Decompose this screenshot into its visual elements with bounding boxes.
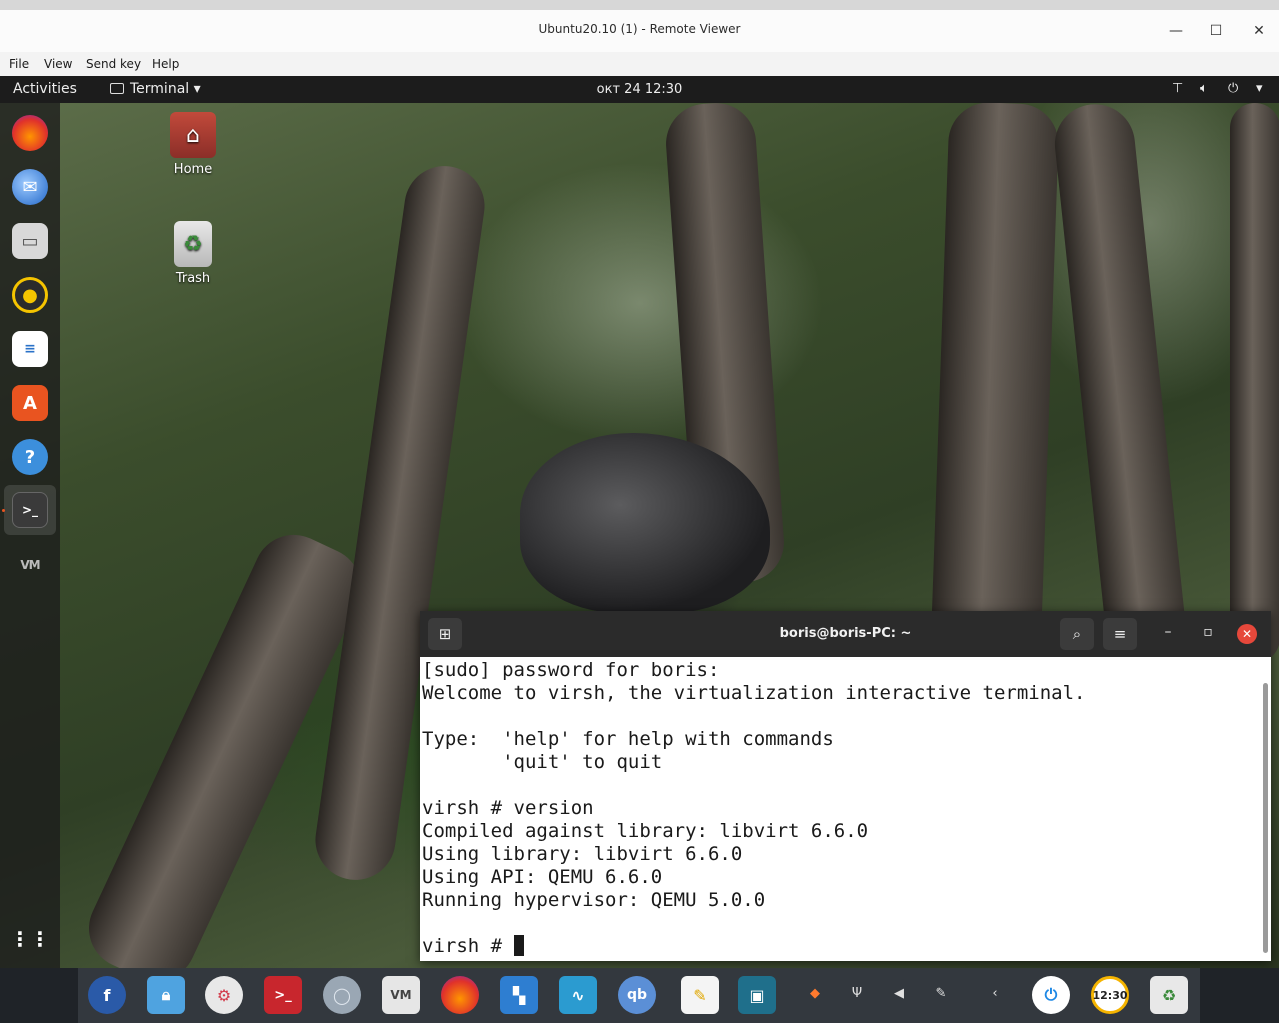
power-icon[interactable]: ⏻ [1228, 81, 1238, 96]
terminal-line: [sudo] password for boris: [422, 659, 720, 681]
terminal-scrollbar[interactable] [1263, 683, 1268, 953]
terminal-prompt-line[interactable]: virsh # [422, 935, 1260, 958]
terminal-title: boris@boris-PC: ~ [779, 626, 912, 641]
files-icon[interactable]: ▭ [12, 223, 48, 259]
terminal-line: Using library: libvirt 6.6.0 [422, 843, 743, 865]
remote-viewer-app-icon[interactable]: ▣ [738, 976, 776, 1014]
terminal-output[interactable]: [sudo] password for boris: Welcome to vir… [422, 659, 1260, 959]
help-icon[interactable]: ? [12, 439, 48, 475]
desktop-trash-label: Trash [175, 271, 211, 286]
pen-icon[interactable]: ✎ [932, 986, 950, 1004]
chevron-left-icon[interactable]: ‹ [986, 986, 1004, 1004]
trash-tray-icon[interactable]: ♻ [1150, 976, 1188, 1014]
network-icon[interactable]: ⊤ [1172, 81, 1183, 96]
terminal-close-button[interactable]: ✕ [1237, 624, 1257, 644]
volume-icon[interactable]: 🔈︎ [1200, 81, 1208, 96]
host-taskbar: f 🔒︎ ⚙ >_ ◯ VM ▚ ∿ qb ✎ ▣ ◆ Ψ ◀︎ ✎ ‹ ⏻ 1… [0, 968, 1279, 1023]
qbittorrent-icon[interactable]: qb [618, 976, 656, 1014]
menu-send-key[interactable]: Send key [86, 57, 141, 71]
guest-display[interactable]: Activities Terminal ▾ окт 24 12:30 ⊤ 🔈︎ … [0, 76, 1279, 968]
menu-file[interactable]: File [9, 57, 29, 71]
virt-manager-app-icon[interactable]: VM [382, 976, 420, 1014]
keepass-icon[interactable]: 🔒︎ [147, 976, 185, 1014]
terminal-maximize-button[interactable]: ▫ [1197, 624, 1219, 644]
gnome-top-bar: Activities Terminal ▾ окт 24 12:30 ⊤ 🔈︎ … [0, 76, 1279, 103]
trash-icon: ♻ [174, 221, 212, 267]
clock-tray-text: 12:30 [1092, 988, 1128, 1002]
firefox-icon[interactable] [12, 115, 48, 151]
minimize-button[interactable]: — [1165, 20, 1187, 42]
clock-tray-icon[interactable]: 12:30 [1091, 976, 1129, 1014]
software-icon[interactable]: A [12, 385, 48, 421]
terminal-line: Welcome to virsh, the virtualization int… [422, 682, 1086, 704]
desktop-home[interactable]: ⌂ Home [158, 112, 228, 177]
window-titlebar[interactable]: Ubuntu20.10 (1) - Remote Viewer — ☐ ✕ [0, 10, 1279, 52]
text-cursor [513, 935, 524, 956]
mailspring-icon[interactable]: ▚ [500, 976, 538, 1014]
search-button[interactable]: ⌕ [1060, 618, 1094, 650]
terminal-line: Type: 'help' for help with commands [422, 728, 834, 750]
clock[interactable]: окт 24 12:30 [0, 82, 1279, 97]
desktop-trash[interactable]: ♻ Trash [158, 221, 228, 286]
system-monitor-icon[interactable]: ∿ [559, 976, 597, 1014]
terminal-icon[interactable]: >_ [12, 492, 48, 528]
terminal-line: Running hypervisor: QEMU 5.0.0 [422, 889, 766, 911]
home-folder-icon: ⌂ [170, 112, 216, 158]
maximize-button[interactable]: ☐ [1205, 20, 1227, 42]
hamburger-menu-button[interactable]: ≡ [1103, 618, 1137, 650]
thunderbird-icon[interactable]: ✉ [12, 169, 48, 205]
terminal-line: virsh # version [422, 797, 594, 819]
terminal-minimize-button[interactable]: – [1157, 624, 1179, 644]
box-icon[interactable]: ◆ [806, 986, 824, 1004]
virt-manager-icon[interactable]: VM [12, 547, 48, 583]
terminal-prompt: virsh # [422, 935, 514, 957]
notes-icon[interactable]: ✎ [681, 976, 719, 1014]
desktop-home-label: Home [173, 162, 213, 177]
menu-bar: File View Send key Help [0, 52, 1279, 76]
show-applications-icon[interactable]: ⋮⋮ [10, 921, 50, 957]
terminal-app-icon[interactable]: >_ [264, 976, 302, 1014]
writer-icon[interactable]: ≡ [12, 331, 48, 367]
terminal-window[interactable]: ⊞ boris@boris-PC: ~ ⌕ ≡ – ▫ ✕ [sudo] pas… [420, 611, 1271, 961]
usb-icon[interactable]: Ψ [848, 986, 866, 1004]
terminal-line: 'quit' to quit [422, 751, 663, 773]
menu-view[interactable]: View [44, 57, 72, 71]
remote-viewer-window: Ubuntu20.10 (1) - Remote Viewer — ☐ ✕ Fi… [0, 10, 1279, 1023]
volume-tray-icon[interactable]: ◀︎ [890, 986, 908, 1004]
rhythmbox-icon[interactable]: ● [12, 277, 48, 313]
fedora-icon[interactable]: f [88, 976, 126, 1014]
terminal-headerbar[interactable]: ⊞ boris@boris-PC: ~ ⌕ ≡ – ▫ ✕ [420, 611, 1271, 657]
firefox-app-icon[interactable] [441, 976, 479, 1014]
power-tray-icon[interactable]: ⏻ [1032, 976, 1070, 1014]
terminal-line: Compiled against library: libvirt 6.6.0 [422, 820, 869, 842]
dropdown-icon[interactable]: ▾ [1256, 81, 1263, 96]
circle-app-icon[interactable]: ◯ [323, 976, 361, 1014]
dock: ✉ ▭ ● ≡ A ? >_ VM ⋮⋮ [0, 103, 60, 968]
window-title: Ubuntu20.10 (1) - Remote Viewer [538, 22, 741, 36]
menu-help[interactable]: Help [152, 57, 179, 71]
close-button[interactable]: ✕ [1248, 20, 1270, 42]
settings-icon[interactable]: ⚙ [205, 976, 243, 1014]
terminal-line: Using API: QEMU 6.6.0 [422, 866, 663, 888]
